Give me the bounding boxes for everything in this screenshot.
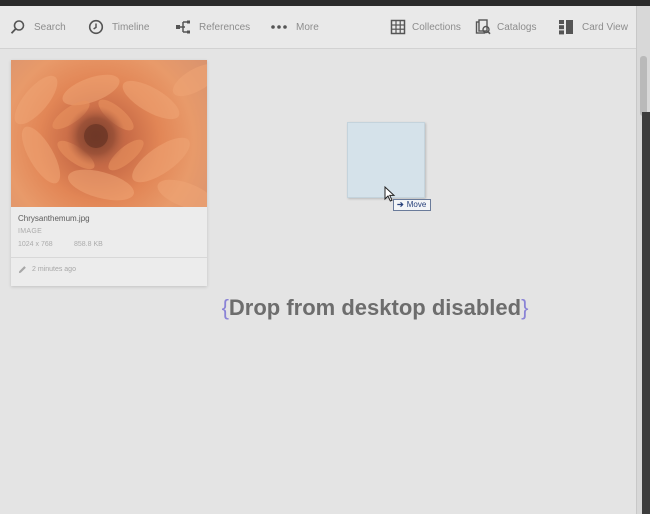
card-view-label: Card View [582,21,628,33]
catalogs-label: Catalogs [497,21,537,33]
timeline-button[interactable]: Timeline [88,6,149,48]
asset-title: Chrysanthemum.jpg [18,214,90,223]
clock-icon [88,19,104,35]
more-icon [270,19,288,35]
card-divider [11,257,207,258]
drop-message-text: Drop from desktop disabled [228,295,522,320]
asset-modified-label: 2 minutes ago [32,266,76,273]
window-edge [642,112,650,514]
more-label: More [296,21,319,33]
toolbar: Search Timeline References More Collecti… [0,6,636,49]
asset-thumbnail[interactable] [11,60,207,207]
collections-label: Collections [412,21,461,33]
scrollbar-thumb[interactable] [640,56,647,116]
drop-message-close-brace: } [521,295,529,320]
collections-button[interactable]: Collections [390,6,461,48]
collections-icon [390,19,406,35]
search-button[interactable]: Search [10,6,66,48]
search-label: Search [34,21,66,33]
catalogs-button[interactable]: Catalogs [475,6,536,48]
catalogs-icon [475,19,491,35]
card-view-button[interactable]: Card View [558,6,628,48]
asset-type: IMAGE [18,228,43,235]
search-icon [10,19,26,35]
references-button[interactable]: References [175,6,250,48]
move-badge: ➔ Move [393,199,432,211]
asset-modified: 2 minutes ago [18,265,76,274]
move-badge-label: Move [406,200,427,209]
references-icon [175,19,191,35]
move-arrow-icon: ➔ [397,200,404,209]
asset-dimensions: 1024 x 768 [18,241,53,248]
asset-card[interactable]: Chrysanthemum.jpg IMAGE 1024 x 768 858.8… [11,60,207,286]
references-label: References [199,21,251,33]
drop-message: {Drop from desktop disabled} [0,295,650,321]
pencil-icon [18,265,27,274]
content-area[interactable]: Chrysanthemum.jpg IMAGE 1024 x 768 858.8… [0,49,636,514]
asset-file-size: 858.8 KB [74,241,103,248]
drop-message-open-brace: { [221,295,229,320]
more-button[interactable]: More [270,6,319,48]
timeline-label: Timeline [112,21,150,33]
card-view-icon [558,19,574,35]
